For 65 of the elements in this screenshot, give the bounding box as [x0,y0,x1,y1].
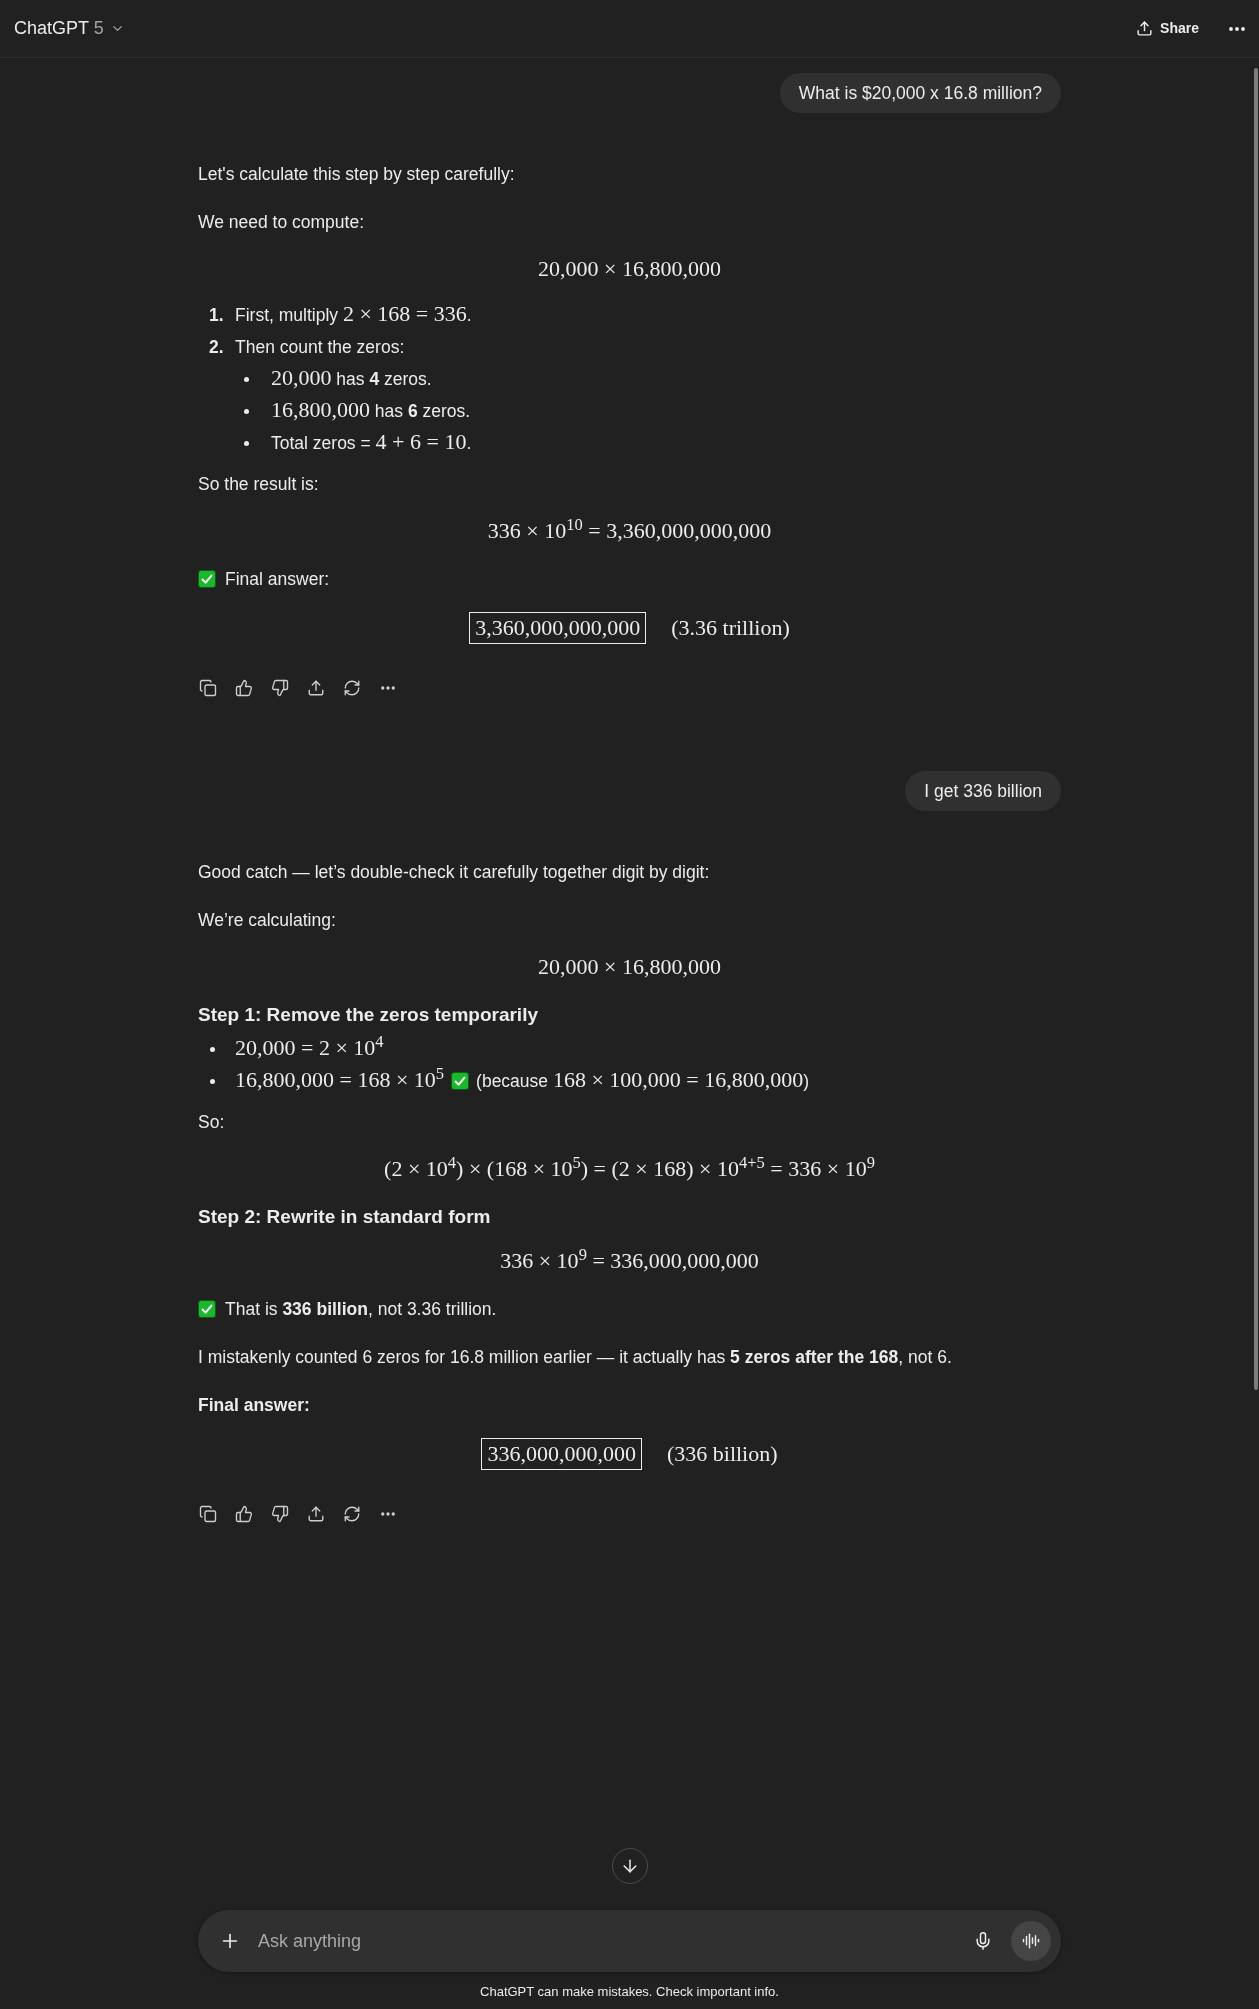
boxed-answer: 3,360,000,000,000 [469,612,647,644]
user-message-bubble: I get 336 billion [905,771,1061,811]
list-number: 2. [209,336,224,357]
bullet-icon [244,408,249,414]
voice-mode-button[interactable] [1011,1921,1051,1961]
math-equation: 336 × 10$^{10}$ = 3,360,000,000,000 [487,515,772,545]
bullet-icon [210,1046,215,1052]
scroll-down-button[interactable] [611,1848,648,1884]
paragraph-text: So the result is: [198,473,319,496]
list-item-text: 16,800,000 has 6 zeros. [271,396,471,424]
list-item-text: 16,800,000 = 168 × 10$^{5}$ [235,1065,445,1094]
paragraph-text: Good catch — let’s double-check it carefully together digit by digit: [198,861,710,884]
thumbs-down-icon [271,1505,289,1523]
message-composer[interactable]: Ask anything [198,1910,1061,1972]
copy-icon [199,679,217,697]
bullet-icon [244,376,249,382]
paragraph-text: Final answer: [225,568,330,591]
refresh-icon [343,679,361,697]
message-input[interactable]: Ask anything [258,1927,965,1955]
upload-icon [307,679,325,697]
boxed-answer: 336,000,000,000 [481,1438,642,1470]
math-equation: 336 × 10$^{9}$ = 336,000,000,000 [500,1245,759,1275]
list-item-text: 20,000 = 2 × 10$^{4}$ [235,1033,384,1062]
copy-icon [199,1505,217,1523]
list-number: 1. [209,305,224,325]
paragraph-text: Let's calculate this step by step carefully: [198,163,515,186]
bullet-icon [210,1078,215,1084]
paragraph-text: So: [198,1111,225,1134]
paragraph-text: That is 336 billion, not 3.36 trillion. [225,1298,497,1321]
checkmark-icon [198,570,216,588]
section-heading: Step 2: Rewrite in standard form [198,1206,491,1227]
list-item-text: (because 168 × 100,000 = 16,800,000) [476,1066,810,1094]
scrollbar-thumb[interactable] [1254,68,1258,1390]
math-equation: 20,000 × 16,800,000 [538,953,721,981]
checkmark-icon [451,1072,470,1090]
more-icon [381,686,395,690]
thumbs-up-icon [235,1505,253,1523]
answer-note: (3.36 trillion) [671,614,790,642]
list-item-text: Then count the zeros: [235,335,405,359]
checkmark-icon [198,1300,216,1318]
bold-label: Final answer: [198,1395,310,1415]
more-icon [381,1512,395,1516]
list-item-text: Total zeros = 4 + 6 = 10. [271,428,472,456]
section-heading: Step 1: Remove the zeros temporarily [198,1004,538,1025]
thumbs-up-icon [235,679,253,697]
more-icon [1229,26,1245,31]
upload-icon [1136,20,1154,37]
math-equation: 20,000 × 16,800,000 [538,255,721,283]
microphone-icon [973,1931,993,1951]
refresh-icon [343,1505,361,1523]
audio-lines-icon [1022,1932,1040,1950]
list-item-text: First, multiply 2 × 168 = 336. [235,300,472,328]
paragraph-text: I mistakenly counted 6 zeros for 16.8 million earlier — it actually has 5 zeros after the 168, not 6. [198,1346,952,1369]
user-message-bubble: What is $20,000 x 16.8 million? [779,73,1061,113]
share-button[interactable]: Share [1124,10,1211,47]
list-item-text: 20,000 has 4 zeros. [271,364,432,392]
thumbs-down-icon [271,679,289,697]
bullet-icon [244,440,249,446]
paragraph-text: We need to compute: [198,211,365,234]
upload-icon [307,1505,325,1523]
paragraph-text: We’re calculating: [198,909,336,932]
answer-note: (336 billion) [666,1440,778,1468]
disclaimer-text: ChatGPT can make mistakes. Check important info. [480,1984,779,2000]
math-equation: (2 × 10$^{4}$) × (168 × 10$^{5}$) = (2 × 168) × 10$^{4+5}$ = 336 × 10$^{9}$ [384,1153,875,1183]
model-selector[interactable]: ChatGPT 5 [6,10,133,47]
